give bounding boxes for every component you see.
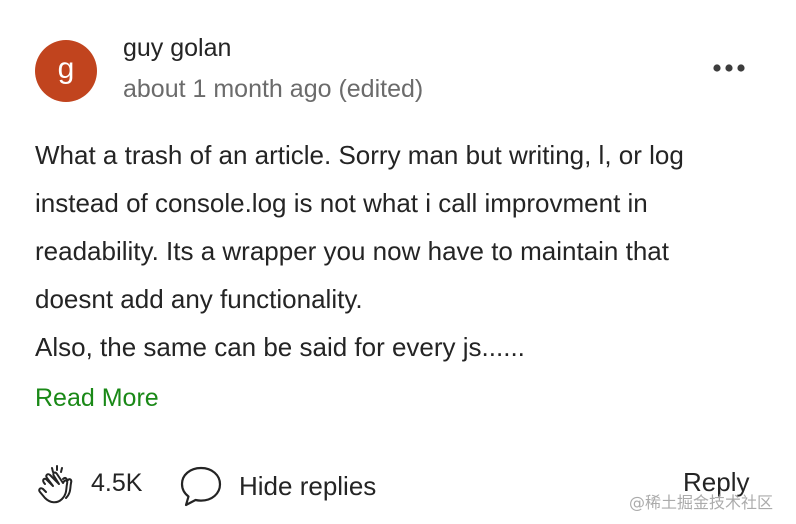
author-name[interactable]: guy golan: [123, 34, 231, 63]
clap-button[interactable]: [35, 462, 79, 506]
more-horizontal-icon: [713, 64, 745, 72]
comment-timestamp: about 1 month ago (edited): [123, 75, 424, 103]
comment-body: What a trash of an article. Sorry man bu…: [35, 131, 765, 371]
more-options-button[interactable]: [708, 56, 750, 80]
hide-replies-label: Hide replies: [239, 470, 377, 501]
comment-body-line: Also, the same can be said for every js.…: [35, 332, 525, 362]
comment-body-line: doesnt add any functionality.: [35, 284, 363, 314]
clap-icon: [38, 465, 73, 504]
comment-body-line: What a trash of an article. Sorry man bu…: [35, 140, 684, 170]
avatar[interactable]: g: [35, 40, 97, 102]
comment-card: g guy golan about 1 month ago (edited) W…: [0, 0, 796, 524]
avatar-initial: g: [57, 52, 75, 85]
clap-count: 4.5K: [91, 469, 143, 497]
speech-bubble-icon: [180, 466, 222, 507]
read-more-link[interactable]: Read More: [35, 384, 159, 413]
watermark: @稀土掘金技术社区: [629, 493, 774, 512]
hide-replies-button[interactable]: Hide replies: [179, 464, 376, 508]
comment-body-line: instead of console.log is not what i cal…: [35, 188, 648, 218]
comment-body-line: readability. Its a wrapper you now have …: [35, 236, 669, 266]
